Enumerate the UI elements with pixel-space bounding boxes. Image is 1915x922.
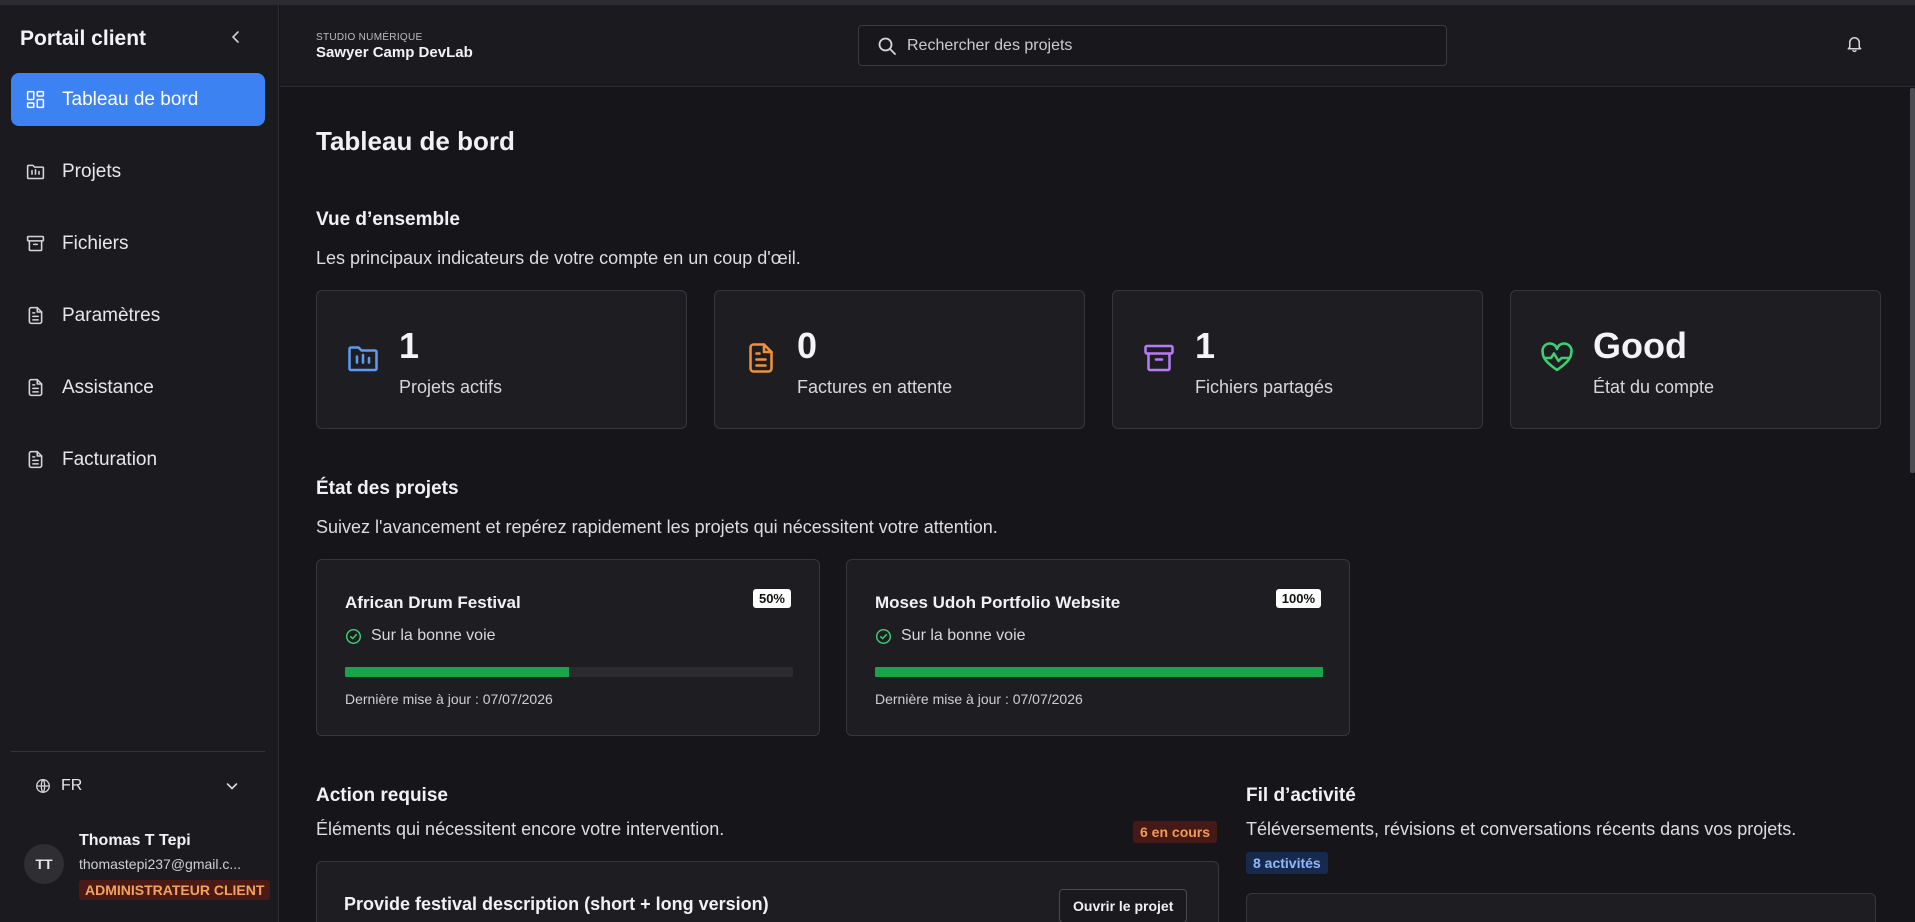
folder-icon (348, 346, 378, 372)
top-header: STUDIO NUMÉRIQUE Sawyer Camp DevLab Rech… (280, 5, 1915, 87)
pending-count-badge: 6 en cours (1133, 821, 1218, 843)
chevron-left-icon[interactable] (228, 29, 244, 45)
globe-icon (36, 779, 50, 793)
page-title: Tableau de bord (316, 126, 515, 156)
stat-card-account-health[interactable]: Good État du compte (1510, 290, 1881, 429)
sidebar-item-label: Projets (62, 160, 122, 182)
heart-pulse-icon (1541, 342, 1573, 372)
sidebar-item-label: Paramètres (62, 304, 161, 326)
overview-description: Les principaux indicateurs de votre comp… (316, 248, 801, 268)
sidebar-item-label: Assistance (62, 376, 154, 398)
stat-value: Good (1593, 325, 1687, 366)
project-status-label: Sur la bonne voie (901, 627, 1026, 644)
user-name: Thomas T Tepi (79, 832, 191, 849)
project-progress-bar (875, 667, 1323, 677)
sidebar-item-parametres[interactable]: Paramètres (11, 289, 265, 342)
stat-card-shared-files[interactable]: 1 Fichiers partagés (1112, 290, 1483, 429)
project-card[interactable]: African Drum Festival 50% Sur la bonne v… (316, 559, 820, 736)
studio-name: Sawyer Camp DevLab (316, 44, 473, 61)
search-input[interactable]: Rechercher des projets (858, 25, 1447, 66)
language-selector[interactable]: FR (35, 772, 240, 800)
project-name: African Drum Festival (345, 593, 521, 612)
user-email: thomastepi237@gmail.c... (79, 856, 242, 872)
sidebar-brand: Portail client (20, 27, 147, 50)
project-name: Moses Udoh Portfolio Website (875, 593, 1121, 612)
sidebar-item-projets[interactable]: Projets (11, 145, 265, 198)
activity-feed-card[interactable] (1246, 893, 1876, 922)
stat-value: 1 (1195, 325, 1216, 366)
sidebar-nav: Tableau de bord Projets Fichiers Paramèt… (11, 73, 265, 505)
bell-icon[interactable] (1845, 34, 1864, 53)
archive-icon (1144, 344, 1174, 372)
project-card[interactable]: Moses Udoh Portfolio Website 100% Sur la… (846, 559, 1350, 736)
activity-count-badge: 8 activités (1246, 852, 1328, 874)
document-icon (28, 378, 43, 397)
sidebar-item-tableau-de-bord[interactable]: Tableau de bord (11, 73, 265, 126)
stat-label: État du compte (1593, 377, 1715, 397)
check-circle-icon (875, 628, 892, 644)
action-required-title: Action requise (316, 785, 448, 806)
project-updated: Dernière mise à jour : 07/07/2026 (345, 691, 553, 707)
archive-icon (26, 235, 45, 252)
search-placeholder: Rechercher des projets (907, 36, 1073, 54)
projects-status-title: État des projets (316, 478, 459, 499)
sidebar-item-label: Fichiers (62, 232, 129, 254)
stat-value: 0 (797, 325, 818, 366)
sidebar-item-assistance[interactable]: Assistance (11, 361, 265, 414)
main-content: Tableau de bord Vue d’ensemble Les princ… (280, 88, 1915, 922)
open-project-button[interactable]: Ouvrir le projet (1059, 889, 1188, 922)
stat-value: 1 (399, 325, 420, 366)
sidebar-item-label: Tableau de bord (62, 88, 199, 110)
project-status: Sur la bonne voie (875, 627, 1026, 645)
action-required-description: Éléments qui nécessitent encore votre in… (316, 819, 725, 839)
activity-feed-title: Fil d’activité (1246, 785, 1356, 806)
stat-card-active-projects[interactable]: 1 Projets actifs (316, 290, 687, 429)
project-progress-badge: 100% (1275, 589, 1321, 608)
sidebar: Portail client Tableau de bord Projets F… (0, 5, 279, 922)
project-progress-fill (345, 667, 569, 677)
action-item[interactable]: Provide festival description (short + lo… (316, 861, 1219, 922)
studio-label: STUDIO NUMÉRIQUE (316, 32, 423, 43)
user-role-badge: ADMINISTRATEUR CLIENT (79, 880, 271, 900)
dashboard-icon (26, 90, 45, 109)
overview-title: Vue d’ensemble (316, 209, 460, 230)
document-icon (28, 450, 43, 469)
stat-label: Projets actifs (399, 377, 503, 397)
project-status-label: Sur la bonne voie (371, 627, 496, 644)
stat-label: Factures en attente (797, 377, 953, 397)
project-progress-bar (345, 667, 793, 677)
project-progress-fill (875, 667, 1323, 677)
stat-card-pending-invoices[interactable]: 0 Factures en attente (714, 290, 1085, 429)
main-scrollbar[interactable] (1910, 88, 1915, 473)
avatar[interactable]: TT (24, 844, 64, 884)
project-status: Sur la bonne voie (345, 627, 496, 645)
project-updated: Dernière mise à jour : 07/07/2026 (875, 691, 1083, 707)
sidebar-item-facturation[interactable]: Facturation (11, 433, 265, 486)
check-circle-icon (345, 628, 362, 644)
document-icon (749, 343, 773, 373)
language-label: FR (61, 777, 83, 794)
folder-icon (26, 164, 45, 180)
sidebar-divider (11, 751, 265, 752)
sidebar-item-label: Facturation (62, 448, 158, 470)
stat-label: Fichiers partagés (1195, 377, 1334, 397)
activity-feed-description: Téléversements, révisions et conversatio… (1246, 819, 1797, 839)
action-item-title: Provide festival description (short + lo… (344, 894, 769, 914)
chevron-down-icon (226, 783, 238, 790)
project-progress-badge: 50% (752, 589, 791, 608)
sidebar-item-fichiers[interactable]: Fichiers (11, 217, 265, 270)
projects-status-description: Suivez l'avancement et repérez rapidemen… (316, 517, 998, 537)
document-icon (28, 306, 43, 325)
search-icon (878, 37, 896, 55)
